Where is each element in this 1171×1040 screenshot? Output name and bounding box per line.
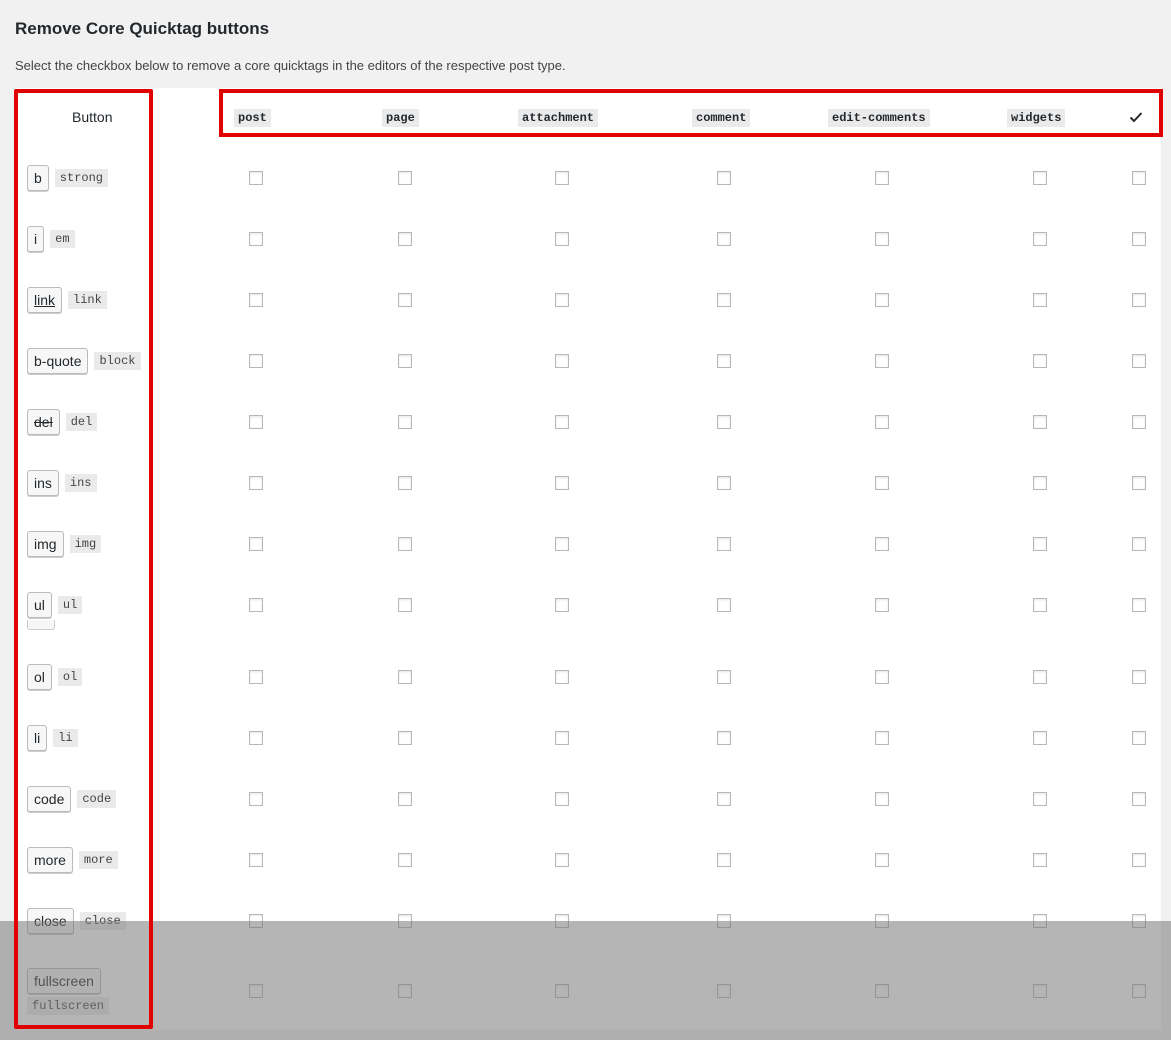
checkbox-b-widgets[interactable] (1033, 171, 1047, 185)
checkbox-b-edit-comments[interactable] (875, 171, 889, 185)
disabled-overlay (0, 921, 1171, 1040)
checkbox-i-select-row[interactable] (1132, 232, 1146, 246)
checkbox-b-post[interactable] (249, 171, 263, 185)
checkbox-code-select-row[interactable] (1132, 792, 1146, 806)
checkbox-img-page[interactable] (398, 537, 412, 551)
checkbox-ins-page[interactable] (398, 476, 412, 490)
checkbox-li-edit-comments[interactable] (875, 731, 889, 745)
checkbox-link-edit-comments[interactable] (875, 293, 889, 307)
checkbox-ul-attachment[interactable] (555, 598, 569, 612)
checkbox-more-comment[interactable] (717, 853, 731, 867)
checkbox-link-page[interactable] (398, 293, 412, 307)
page-title: Remove Core Quicktag buttons (15, 19, 270, 38)
checkbox-code-comment[interactable] (717, 792, 731, 806)
quicktag-table (15, 88, 1161, 1030)
checkbox-img-edit-comments[interactable] (875, 537, 889, 551)
checkbox-img-select-row[interactable] (1132, 537, 1146, 551)
checkbox-ins-comment[interactable] (717, 476, 731, 490)
checkbox-ol-edit-comments[interactable] (875, 670, 889, 684)
checkbox-li-widgets[interactable] (1033, 731, 1047, 745)
checkbox-code-widgets[interactable] (1033, 792, 1047, 806)
checkbox-ul-select-row[interactable] (1132, 598, 1146, 612)
checkbox-ul-comment[interactable] (717, 598, 731, 612)
checkbox-i-attachment[interactable] (555, 232, 569, 246)
checkbox-more-select-row[interactable] (1132, 853, 1146, 867)
checkbox-b-quote-widgets[interactable] (1033, 354, 1047, 368)
checkbox-link-widgets[interactable] (1033, 293, 1047, 307)
checkbox-del-select-row[interactable] (1132, 415, 1146, 429)
checkbox-del-page[interactable] (398, 415, 412, 429)
checkbox-b-quote-post[interactable] (249, 354, 263, 368)
checkbox-i-comment[interactable] (717, 232, 731, 246)
checkbox-code-post[interactable] (249, 792, 263, 806)
checkbox-b-quote-comment[interactable] (717, 354, 731, 368)
checkbox-li-select-row[interactable] (1132, 731, 1146, 745)
checkbox-li-attachment[interactable] (555, 731, 569, 745)
checkbox-del-widgets[interactable] (1033, 415, 1047, 429)
checkbox-more-post[interactable] (249, 853, 263, 867)
checkbox-b-attachment[interactable] (555, 171, 569, 185)
checkbox-ul-widgets[interactable] (1033, 598, 1047, 612)
checkbox-i-page[interactable] (398, 232, 412, 246)
checkbox-del-post[interactable] (249, 415, 263, 429)
checkbox-ol-page[interactable] (398, 670, 412, 684)
checkbox-img-attachment[interactable] (555, 537, 569, 551)
checkbox-li-post[interactable] (249, 731, 263, 745)
checkbox-link-attachment[interactable] (555, 293, 569, 307)
checkbox-code-page[interactable] (398, 792, 412, 806)
checkbox-link-post[interactable] (249, 293, 263, 307)
checkbox-ins-post[interactable] (249, 476, 263, 490)
checkbox-b-quote-attachment[interactable] (555, 354, 569, 368)
checkbox-link-select-row[interactable] (1132, 293, 1146, 307)
checkbox-b-select-row[interactable] (1132, 171, 1146, 185)
checkbox-li-page[interactable] (398, 731, 412, 745)
checkbox-code-edit-comments[interactable] (875, 792, 889, 806)
checkbox-ul-edit-comments[interactable] (875, 598, 889, 612)
checkbox-more-page[interactable] (398, 853, 412, 867)
checkbox-img-widgets[interactable] (1033, 537, 1047, 551)
checkbox-li-comment[interactable] (717, 731, 731, 745)
checkbox-ins-edit-comments[interactable] (875, 476, 889, 490)
checkbox-ol-comment[interactable] (717, 670, 731, 684)
checkbox-b-quote-select-row[interactable] (1132, 354, 1146, 368)
highlight-box-columns (219, 89, 1163, 137)
checkbox-img-comment[interactable] (717, 537, 731, 551)
checkbox-more-attachment[interactable] (555, 853, 569, 867)
checkbox-b-quote-page[interactable] (398, 354, 412, 368)
checkbox-del-attachment[interactable] (555, 415, 569, 429)
checkbox-del-comment[interactable] (717, 415, 731, 429)
checkbox-b-page[interactable] (398, 171, 412, 185)
checkbox-more-edit-comments[interactable] (875, 853, 889, 867)
checkbox-ol-post[interactable] (249, 670, 263, 684)
checkbox-b-quote-edit-comments[interactable] (875, 354, 889, 368)
checkbox-i-post[interactable] (249, 232, 263, 246)
checkbox-ol-select-row[interactable] (1132, 670, 1146, 684)
checkbox-ins-select-row[interactable] (1132, 476, 1146, 490)
checkbox-code-attachment[interactable] (555, 792, 569, 806)
checkbox-link-comment[interactable] (717, 293, 731, 307)
checkbox-more-widgets[interactable] (1033, 853, 1047, 867)
checkbox-b-comment[interactable] (717, 171, 731, 185)
page-description: Select the checkbox below to remove a co… (15, 58, 566, 73)
checkbox-ul-page[interactable] (398, 598, 412, 612)
checkbox-img-post[interactable] (249, 537, 263, 551)
checkbox-i-widgets[interactable] (1033, 232, 1047, 246)
checkbox-ins-widgets[interactable] (1033, 476, 1047, 490)
checkbox-ol-widgets[interactable] (1033, 670, 1047, 684)
checkbox-del-edit-comments[interactable] (875, 415, 889, 429)
checkbox-i-edit-comments[interactable] (875, 232, 889, 246)
checkbox-ul-post[interactable] (249, 598, 263, 612)
checkbox-ins-attachment[interactable] (555, 476, 569, 490)
checkbox-ol-attachment[interactable] (555, 670, 569, 684)
highlight-box-buttons (14, 89, 153, 1029)
